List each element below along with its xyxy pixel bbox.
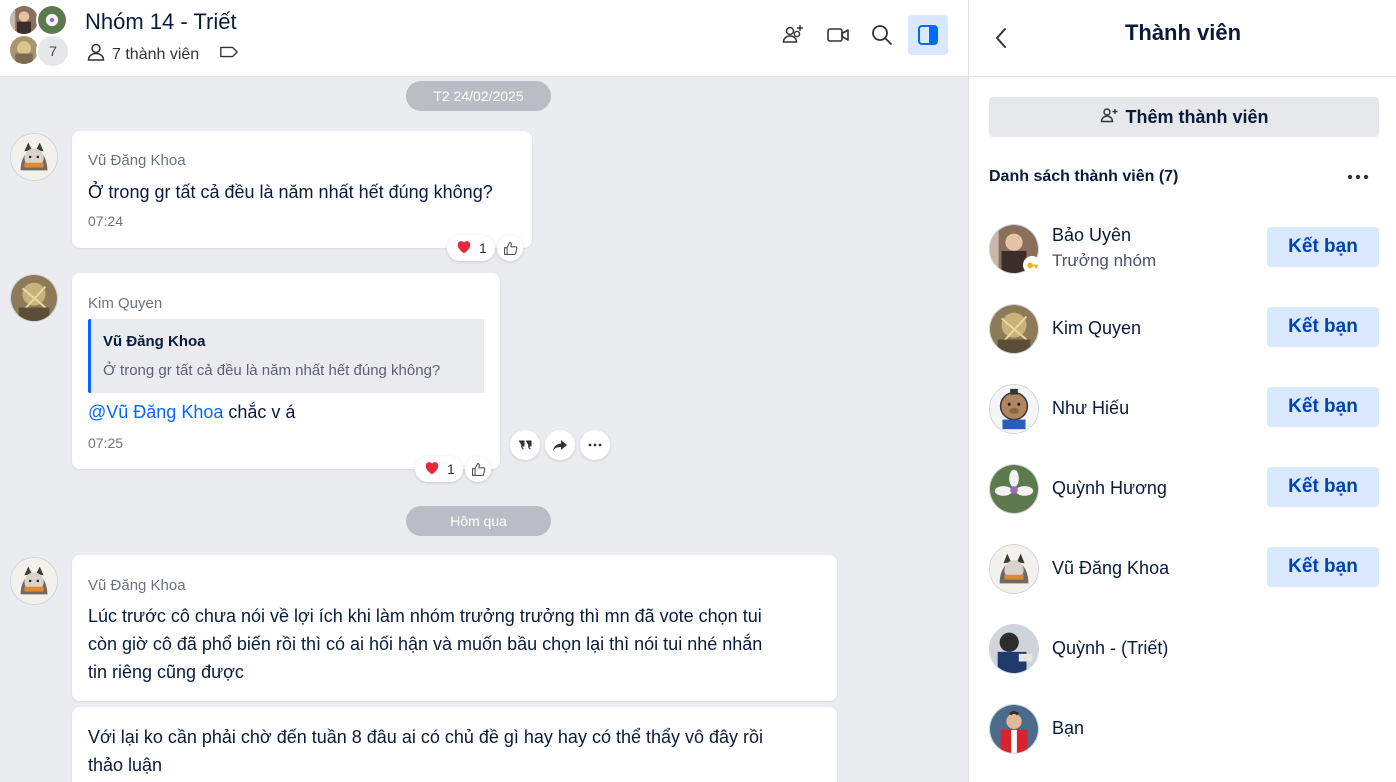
message-time: 07:25	[88, 435, 124, 451]
member-item[interactable]: Kim Quyen Kết bạn	[969, 304, 1396, 384]
add-member-button[interactable]: Thêm thành viên	[989, 97, 1379, 137]
member-name: Quỳnh - (Triết)	[1052, 638, 1169, 658]
avatar[interactable]	[10, 133, 58, 181]
key-icon	[1023, 256, 1041, 274]
member-count-label: 7 thành viên	[112, 45, 200, 63]
chat-header: 7 Nhóm 14 - Triết 7 thành viên	[0, 0, 968, 77]
like-icon[interactable]	[497, 235, 523, 261]
message-sender: Vũ Đăng Khoa	[88, 152, 186, 169]
quoted-message[interactable]: Vũ Đăng Khoa Ở trong gr tất cả đều là nă…	[88, 319, 484, 393]
message-line: còn giờ cô đã phổ biến rồi thì có ai hối…	[88, 634, 763, 654]
avatar	[989, 624, 1039, 674]
video-call-icon[interactable]	[818, 15, 858, 55]
date-divider: Hôm qua	[406, 506, 551, 536]
message-bubble[interactable]: Với lại ko cần phải chờ đến tuần 8 đâu a…	[72, 707, 837, 782]
member-item[interactable]: Quỳnh Hương Kết bạn	[969, 464, 1396, 544]
forward-icon[interactable]	[545, 430, 575, 460]
message-sender: Kim Quyen	[88, 295, 163, 312]
reaction-count: 1	[479, 240, 487, 256]
member-item[interactable]: Bạn	[969, 704, 1396, 782]
quote-sender: Vũ Đăng Khoa	[103, 333, 206, 350]
group-name[interactable]: Nhóm 14 - Triết	[85, 9, 237, 35]
member-name: Như Hiếu	[1052, 398, 1130, 418]
panel-title: Thành viên	[1124, 20, 1242, 45]
message-bubble[interactable]: Vũ Đăng Khoa Lúc trước cô chưa nói về lợ…	[72, 555, 837, 701]
toggle-panel-icon[interactable]	[908, 15, 948, 55]
add-member-icon[interactable]	[773, 15, 813, 55]
message-line: thảo luận	[88, 755, 163, 775]
member-name: Kim Quyen	[1052, 318, 1142, 338]
avatar	[989, 464, 1039, 514]
heart-icon	[455, 238, 473, 259]
reaction-count: 1	[447, 461, 455, 477]
avatar	[989, 304, 1039, 354]
group-avatar-count: 7	[36, 34, 70, 68]
tag-icon[interactable]	[219, 42, 239, 67]
member-item[interactable]: Bảo Uyên Trưởng nhóm Kết bạn	[969, 224, 1396, 304]
avatar[interactable]	[10, 274, 58, 322]
message-bubble[interactable]: Vũ Đăng Khoa Ở trong gr tất cả đều là nă…	[72, 131, 532, 248]
reaction-summary[interactable]: 1	[447, 235, 495, 261]
user-icon	[86, 42, 106, 67]
add-friend-button[interactable]: Kết bạn	[1267, 387, 1379, 427]
quote-reply-icon[interactable]	[510, 430, 540, 460]
message-text: Ở trong gr tất cả đều là năm nhất hết đú…	[88, 182, 493, 202]
message-line: Lúc trước cô chưa nói về lợi ích khi làm…	[88, 606, 762, 626]
member-name: Vũ Đăng Khoa	[1052, 558, 1170, 578]
member-name: Bảo Uyên	[1052, 225, 1132, 245]
member-list-title: Danh sách thành viên (7)	[989, 168, 1179, 185]
message-text: @Vũ Đăng Khoa chắc v á	[88, 398, 295, 426]
like-icon[interactable]	[465, 456, 491, 482]
chat-area: 7 Nhóm 14 - Triết 7 thành viên T2 24/02/…	[0, 0, 968, 782]
member-name: Bạn	[1052, 718, 1085, 738]
search-icon[interactable]	[862, 15, 902, 55]
heart-icon	[423, 459, 441, 480]
avatar	[989, 704, 1039, 754]
message-line: Với lại ko cần phải chờ đến tuần 8 đâu a…	[88, 727, 764, 747]
member-item[interactable]: Như Hiếu Kết bạn	[969, 384, 1396, 464]
message-line: tin riêng cũng được	[88, 662, 244, 682]
more-options-icon[interactable]	[580, 430, 610, 460]
add-friend-button[interactable]: Kết bạn	[1267, 227, 1379, 267]
add-friend-button[interactable]: Kết bạn	[1267, 467, 1379, 507]
add-friend-button[interactable]: Kết bạn	[1267, 547, 1379, 587]
panel-header: Thành viên	[969, 0, 1396, 77]
message-body: chắc v á	[223, 402, 296, 422]
add-friend-button[interactable]: Kết bạn	[1267, 307, 1379, 347]
member-count-row[interactable]: 7 thành viên	[86, 42, 239, 67]
add-user-icon	[1099, 105, 1119, 130]
member-role: Trưởng nhóm	[1052, 251, 1157, 270]
avatar	[989, 384, 1039, 434]
avatar[interactable]	[10, 557, 58, 605]
more-options-icon[interactable]	[1343, 166, 1373, 188]
add-member-label: Thêm thành viên	[1125, 106, 1269, 127]
group-avatar-photo-2	[36, 4, 68, 36]
avatar	[989, 544, 1039, 594]
message-time: 07:24	[88, 213, 124, 229]
date-divider: T2 24/02/2025	[406, 81, 551, 111]
member-panel: Thành viên Thêm thành viên Danh sách thà…	[968, 0, 1396, 782]
message-sender: Vũ Đăng Khoa	[88, 577, 186, 594]
quote-text: Ở trong gr tất cả đều là năm nhất hết đú…	[103, 362, 441, 379]
mention-link[interactable]: @Vũ Đăng Khoa	[88, 402, 223, 422]
member-item[interactable]: Quỳnh - (Triết)	[969, 624, 1396, 704]
reaction-summary[interactable]: 1	[415, 456, 463, 482]
member-item[interactable]: Vũ Đăng Khoa Kết bạn	[969, 544, 1396, 624]
member-name: Quỳnh Hương	[1052, 478, 1167, 498]
message-bubble[interactable]: Kim Quyen Vũ Đăng Khoa Ở trong gr tất cả…	[72, 273, 500, 469]
